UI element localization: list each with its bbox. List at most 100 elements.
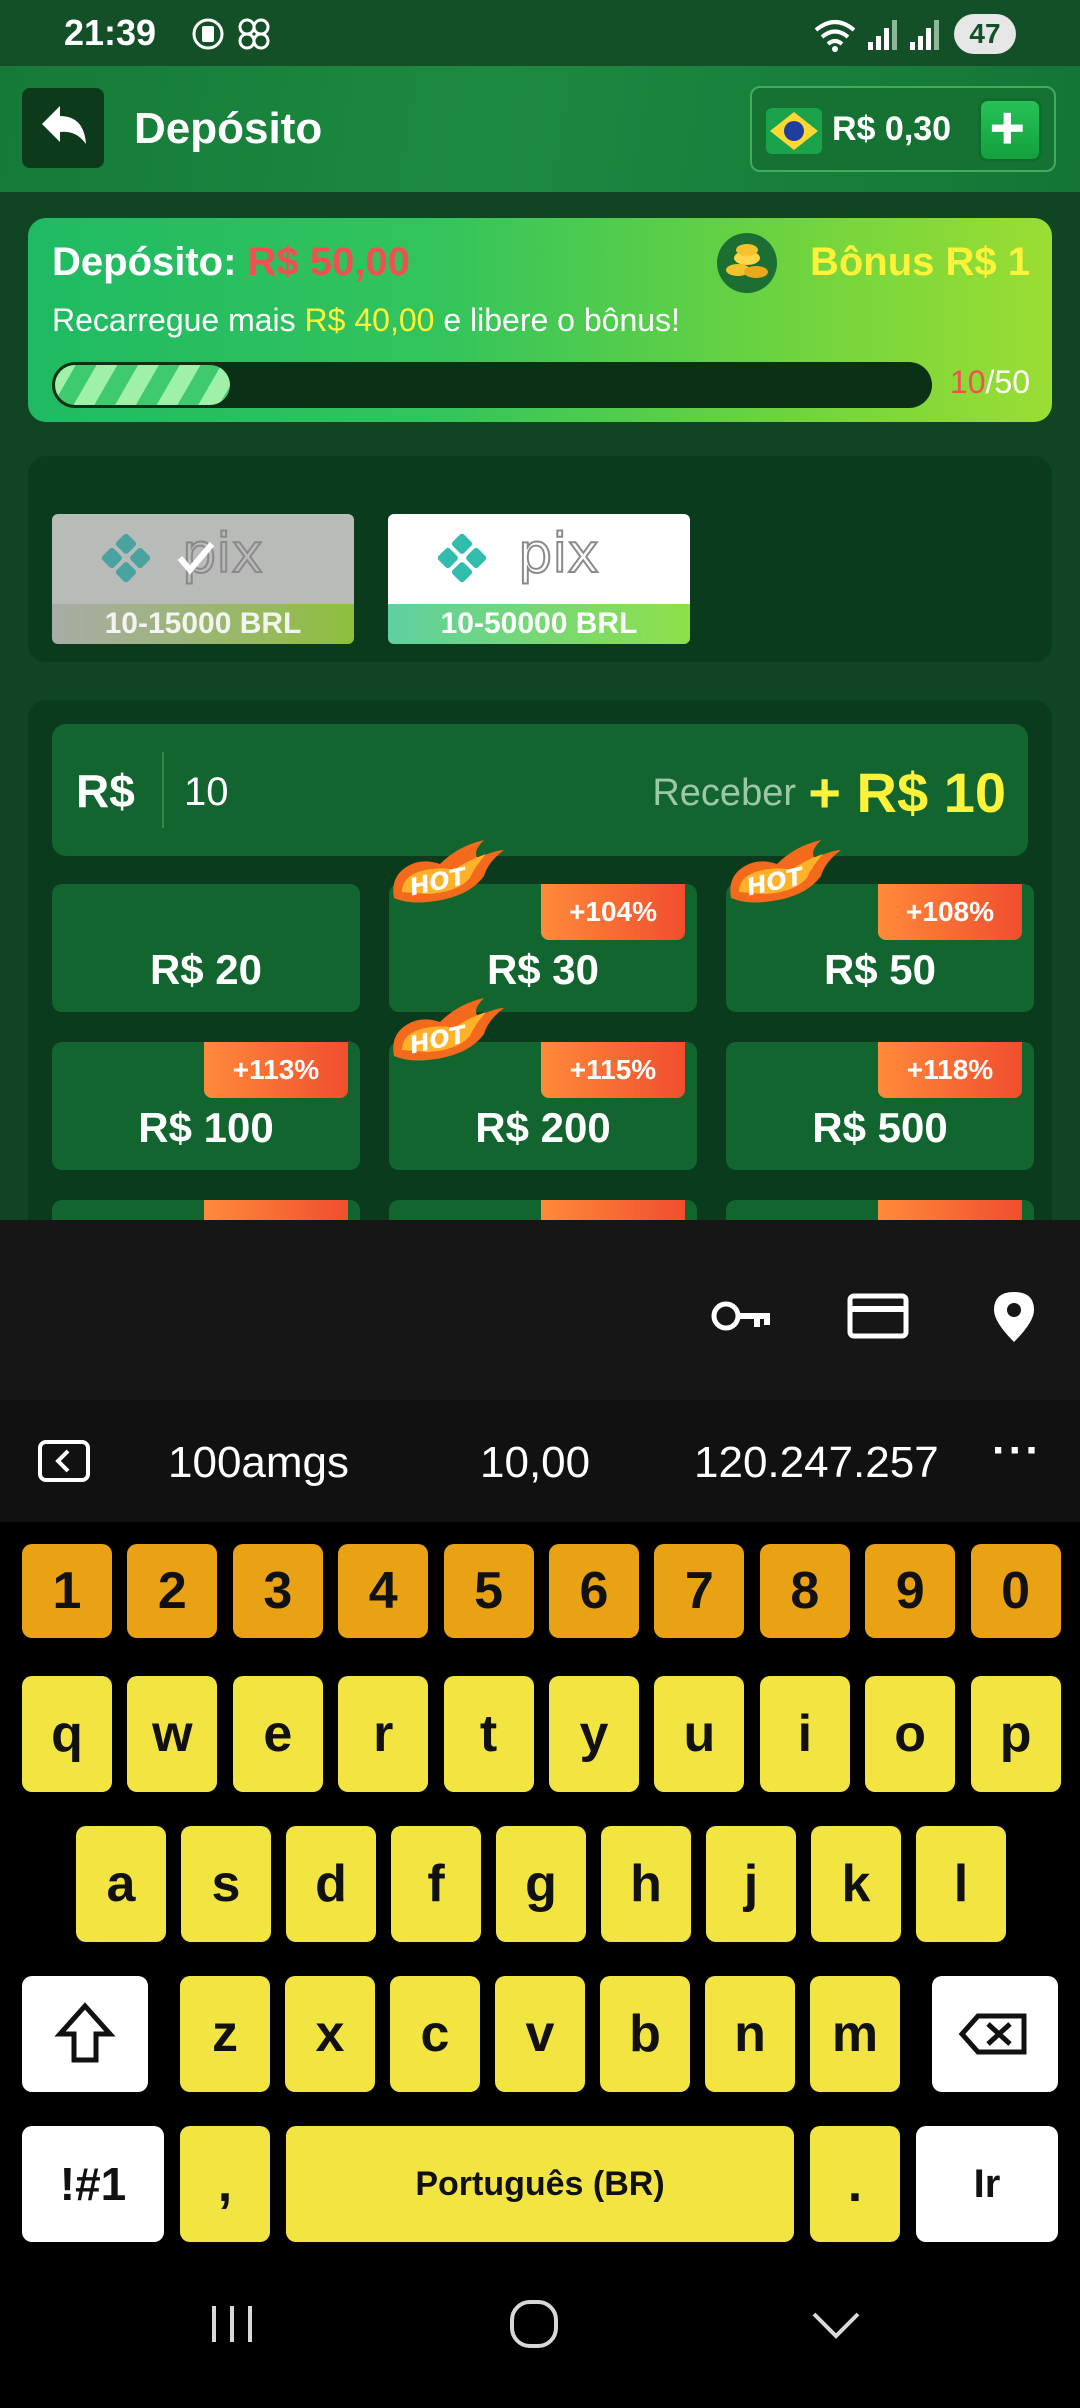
key-0[interactable]: 0 — [970, 1544, 1061, 1638]
key-b[interactable]: b — [600, 1976, 690, 2092]
key-c[interactable]: c — [390, 1976, 480, 2092]
key-j[interactable]: j — [706, 1826, 796, 1942]
back-arrow-icon — [42, 106, 86, 144]
key-9[interactable]: 9 — [865, 1544, 956, 1638]
key-x[interactable]: x — [285, 1976, 375, 2092]
amount-card: R$ Receber + R$ 10 R$ 20 +104% R$ 30 +10… — [28, 700, 1052, 1220]
plus-icon — [991, 112, 1023, 144]
key-t[interactable]: t — [443, 1676, 534, 1792]
amount-option-label: R$ 100 — [138, 1104, 274, 1151]
amount-option-label: R$ 50 — [823, 946, 937, 993]
key-f[interactable]: f — [391, 1826, 481, 1942]
key-s[interactable]: s — [181, 1826, 271, 1942]
bonus-percent-badge: +113% — [204, 1042, 348, 1098]
shift-arrow-icon — [54, 2002, 116, 2063]
gold-coins-icon — [717, 233, 777, 293]
key-6[interactable]: 6 — [549, 1544, 639, 1638]
key-k[interactable]: k — [811, 1826, 901, 1942]
suggestion-bar: 100amgs 10,00 120.247.257 ··· — [0, 1400, 1080, 1522]
period-key[interactable]: . — [810, 2126, 900, 2242]
key-g[interactable]: g — [496, 1826, 586, 1942]
suggestion-1[interactable]: 100amgs — [168, 1438, 349, 1488]
amount-option-more[interactable] — [726, 1200, 1034, 1220]
back-button[interactable] — [22, 88, 104, 168]
suggestion-2[interactable]: 10,00 — [480, 1438, 590, 1488]
more-suggestions-button[interactable]: ··· — [992, 1426, 1042, 1476]
location-pin-icon[interactable] — [982, 1288, 1046, 1344]
amount-option-label: R$ 20 — [149, 946, 263, 993]
amount-input[interactable] — [184, 764, 384, 820]
bonus-progress-fill — [55, 365, 230, 405]
backspace-icon — [958, 2013, 1027, 2055]
payment-option-pix-15000[interactable]: pix 10-15000 BRL — [52, 514, 354, 644]
key-y[interactable]: y — [549, 1676, 639, 1792]
keyboard-toolbar — [0, 1220, 1080, 1400]
comma-key[interactable]: , — [180, 2126, 270, 2242]
add-balance-button[interactable] — [978, 98, 1042, 162]
payment-method-card: pix 10-15000 BRL pix 10-50000 BRL — [28, 456, 1052, 662]
battery-indicator: 47 — [954, 14, 1016, 54]
deposit-summary: Depósito: R$ 50,00 — [52, 240, 410, 285]
key-o[interactable]: o — [865, 1676, 956, 1792]
bonus-percent-badge — [541, 1200, 685, 1220]
key-u[interactable]: u — [654, 1676, 745, 1792]
bonus-percent-badge: +118% — [878, 1042, 1022, 1098]
bonus-progress-bar — [52, 362, 932, 408]
space-key[interactable]: Português (BR) — [286, 2126, 794, 2242]
home-icon[interactable] — [502, 2292, 566, 2356]
key-n[interactable]: n — [705, 1976, 795, 2092]
symbols-key[interactable]: !#1 — [22, 2126, 164, 2242]
amount-option-20[interactable]: R$ 20 — [52, 884, 360, 1012]
bonus-percent-badge — [878, 1200, 1022, 1220]
amount-option-more[interactable] — [389, 1200, 697, 1220]
key-8[interactable]: 8 — [759, 1544, 850, 1638]
suggestion-3[interactable]: 120.247.257 — [694, 1438, 939, 1488]
key-icon[interactable] — [710, 1288, 774, 1344]
payment-range: 10-15000 BRL — [52, 604, 354, 644]
go-key[interactable]: Ir — [916, 2126, 1058, 2242]
key-w[interactable]: w — [127, 1676, 218, 1792]
key-3[interactable]: 3 — [232, 1544, 323, 1638]
key-1[interactable]: 1 — [22, 1544, 112, 1638]
key-l[interactable]: l — [916, 1826, 1006, 1942]
payment-option-pix-50000[interactable]: pix 10-50000 BRL — [388, 514, 690, 644]
pix-logo: pix — [388, 514, 690, 604]
key-v[interactable]: v — [495, 1976, 585, 2092]
key-5[interactable]: 5 — [443, 1544, 534, 1638]
key-e[interactable]: e — [232, 1676, 323, 1792]
currency-symbol: R$ — [76, 765, 135, 817]
amount-option-100[interactable]: +113% R$ 100 — [52, 1042, 360, 1170]
key-4[interactable]: 4 — [338, 1544, 429, 1638]
key-r[interactable]: r — [338, 1676, 429, 1792]
pix-logo-icon: pix — [437, 521, 600, 586]
deposit-label: Depósito: — [52, 240, 237, 284]
amount-option-500[interactable]: +118% R$ 500 — [726, 1042, 1034, 1170]
key-q[interactable]: q — [22, 1676, 112, 1792]
hot-badge-icon: HOT — [393, 840, 504, 903]
amount-input-field[interactable]: R$ Receber + R$ 10 — [52, 724, 1028, 856]
recent-apps-icon[interactable] — [200, 2292, 264, 2356]
status-bar: 21:39 47 — [0, 0, 1080, 66]
receive-value: + R$ 10 — [808, 761, 1006, 824]
key-7[interactable]: 7 — [654, 1544, 745, 1638]
signal-icon-1 — [868, 20, 897, 50]
key-2[interactable]: 2 — [127, 1544, 218, 1638]
backspace-key[interactable] — [932, 1976, 1058, 2092]
status-time: 21:39 — [64, 12, 157, 53]
key-h[interactable]: h — [601, 1826, 691, 1942]
key-m[interactable]: m — [810, 1976, 900, 2092]
sync-status-icon — [192, 18, 224, 50]
collapse-toolbar-icon[interactable] — [38, 1440, 90, 1482]
key-p[interactable]: p — [970, 1676, 1061, 1792]
app-header: Depósito R$ 0,30 — [0, 66, 1080, 192]
key-a[interactable]: a — [76, 1826, 166, 1942]
key-z[interactable]: z — [180, 1976, 270, 2092]
deposit-content: Depósito: R$ 50,00 Bônus R$ 1 Recarregue… — [0, 192, 1080, 1220]
progress-count: 10/50 — [950, 364, 1030, 401]
amount-option-more[interactable] — [52, 1200, 360, 1220]
hide-keyboard-icon[interactable] — [804, 2292, 868, 2356]
key-d[interactable]: d — [286, 1826, 376, 1942]
key-i[interactable]: i — [759, 1676, 850, 1792]
shift-key[interactable] — [22, 1976, 148, 2092]
credit-card-icon[interactable] — [846, 1288, 910, 1344]
